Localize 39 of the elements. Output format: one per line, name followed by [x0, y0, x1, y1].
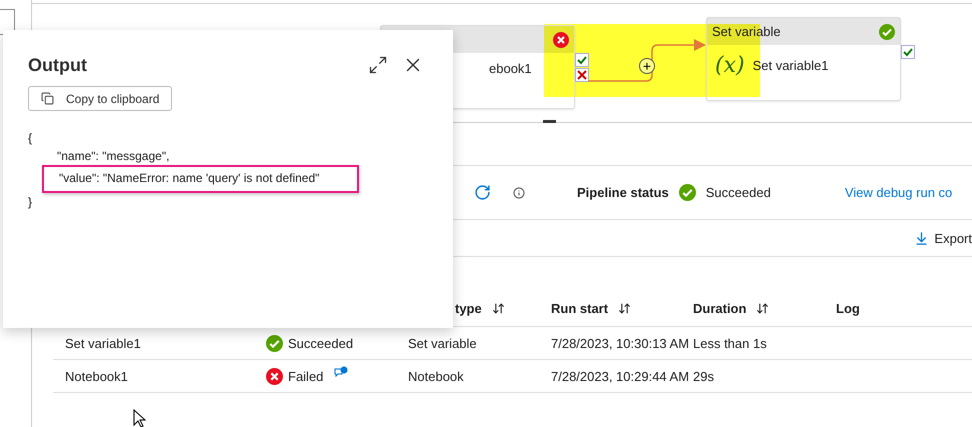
info-icon[interactable]: [513, 186, 525, 198]
expand-icon[interactable]: [368, 55, 388, 75]
type-cell-text: Notebook: [408, 368, 465, 384]
sort-icon[interactable]: [492, 302, 505, 315]
status-text: Succeeded: [288, 336, 354, 350]
activity-name: ebook1: [489, 61, 532, 76]
run-start-cell-text: 7/28/2023, 10:30:13 AM: [551, 336, 690, 350]
column-header[interactable]: type: [408, 301, 551, 316]
cursor-icon: [133, 409, 146, 427]
column-header[interactable]: Run start: [551, 301, 693, 316]
refresh-icon[interactable]: [474, 184, 491, 201]
column-header[interactable]: Duration: [693, 301, 836, 316]
sort-icon[interactable]: [618, 302, 632, 315]
export-button[interactable]: Export: [914, 230, 972, 246]
run-start-cell-text: 7/28/2023, 10:29:44 AM: [551, 368, 690, 384]
success-port[interactable]: [901, 45, 915, 59]
download-icon: [914, 230, 930, 246]
tab-indicator: [543, 120, 556, 123]
code-line: {: [28, 130, 32, 147]
dialog-title: Output: [28, 54, 87, 76]
duration-cell-text: 29s: [693, 368, 715, 384]
error-details-icon[interactable]: [334, 366, 348, 378]
pipeline-status: Succeeded: [706, 185, 771, 200]
code-line: "name": "messgage",: [56, 148, 170, 165]
duration-cell-text: Less than 1s: [693, 336, 768, 350]
column-header: Log: [836, 301, 861, 316]
activity-name-cell-text: Notebook1: [64, 368, 129, 384]
variable-icon: (x): [715, 53, 745, 78]
pipeline-status-label: Pipeline status: [577, 185, 669, 200]
success-port[interactable]: [575, 53, 589, 67]
debug-run-link[interactable]: View debug run co: [844, 185, 952, 200]
type-cell-text: Set variable: [408, 336, 478, 350]
copy-icon: [41, 92, 54, 105]
sort-icon[interactable]: [756, 302, 770, 315]
copy-button[interactable]: Copy to clipboard: [28, 86, 172, 111]
status-text: Failed: [288, 368, 324, 384]
code-line: }: [28, 194, 32, 211]
activity-name-cell-text: Set variable1: [64, 336, 142, 350]
failure-port[interactable]: [575, 68, 589, 82]
